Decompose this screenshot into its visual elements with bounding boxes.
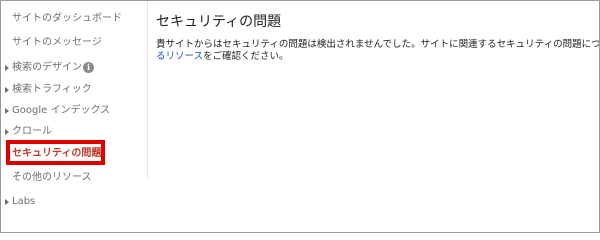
resources-link[interactable]: るリソース	[156, 51, 203, 62]
page-title: セキュリティの問題	[156, 14, 282, 30]
caret-right-icon	[5, 108, 9, 114]
message-text: 貴サイトからはセキュリティの問題は検出されませんでした。サイトに関連するセキュリ…	[156, 39, 599, 50]
caret-right-icon	[5, 199, 9, 205]
caret-right-icon	[5, 65, 9, 71]
status-message: 貴サイトからはセキュリティの問題は検出されませんでした。サイトに関連するセキュリ…	[156, 39, 599, 63]
caret-right-icon	[5, 129, 9, 135]
sidebar-item-label: サイトのダッシュボード	[12, 13, 122, 24]
highlight-annotation	[6, 140, 105, 165]
sidebar-item-label: サイトのメッセージ	[12, 37, 102, 48]
sidebar-item-label: クロール	[12, 126, 52, 137]
caret-right-icon	[5, 87, 9, 93]
sidebar-item-labs[interactable]: Labs	[1, 192, 147, 212]
info-icon[interactable]: i	[83, 62, 94, 73]
sidebar-item-messages[interactable]: サイトのメッセージ	[1, 33, 147, 53]
sidebar-nav: サイトのダッシュボード サイトのメッセージ 検索のデザイン i 検索トラフィック…	[1, 1, 147, 232]
sidebar-item-search-appearance[interactable]: 検索のデザイン i	[1, 58, 147, 78]
sidebar-item-label: Google インデックス	[12, 105, 111, 116]
main-content: セキュリティの問題 貴サイトからはセキュリティの問題は検出されませんでした。サイ…	[148, 1, 599, 232]
sidebar-item-dashboard[interactable]: サイトのダッシュボード	[1, 9, 147, 29]
sidebar-item-label: その他のリソース	[12, 172, 92, 183]
sidebar-item-label: 検索トラフィック	[12, 84, 92, 95]
app-frame: サイトのダッシュボード サイトのメッセージ 検索のデザイン i 検索トラフィック…	[0, 0, 600, 233]
message-text: をご確認ください。	[203, 51, 289, 62]
sidebar-item-other-resources[interactable]: その他のリソース	[1, 168, 147, 188]
sidebar-item-crawl[interactable]: クロール	[1, 122, 147, 142]
sidebar-item-label: Labs	[12, 196, 36, 207]
sidebar-item-google-index[interactable]: Google インデックス	[1, 101, 147, 121]
sidebar-item-label: 検索のデザイン	[12, 62, 82, 73]
sidebar-item-search-traffic[interactable]: 検索トラフィック	[1, 80, 147, 100]
